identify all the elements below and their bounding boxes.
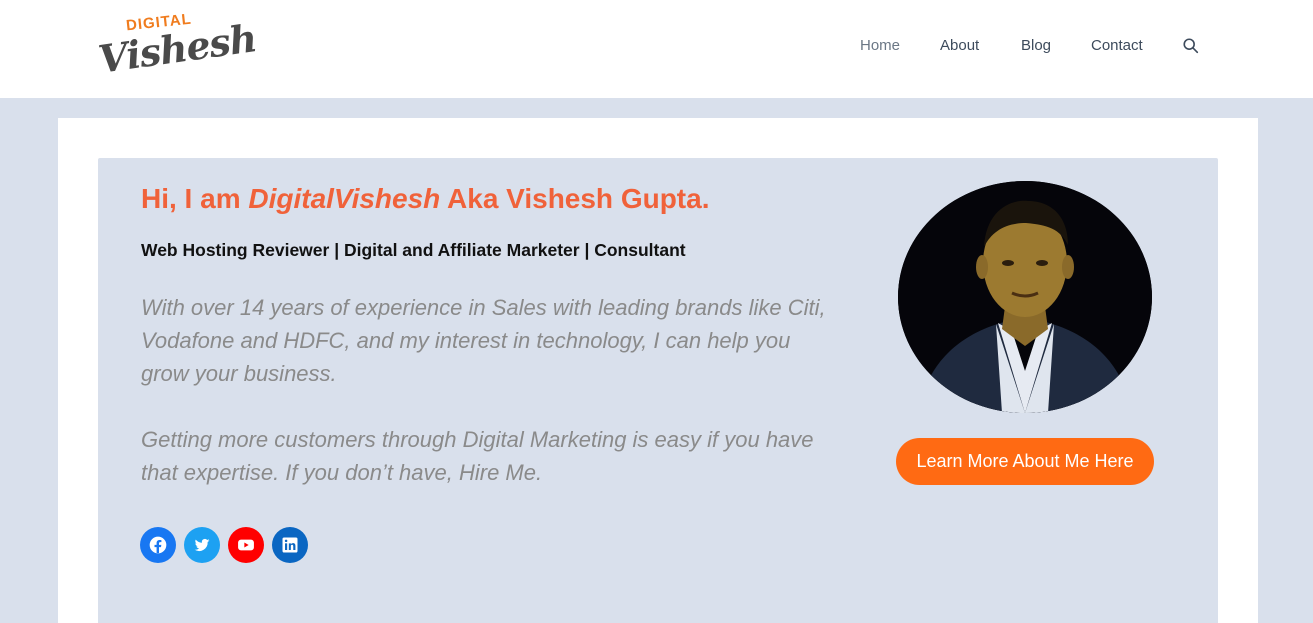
profile-photo: [898, 181, 1152, 413]
twitter-icon: [194, 538, 210, 551]
hero-paragraph-experience: With over 14 years of experience in Sale…: [141, 295, 826, 386]
site-logo[interactable]: DIGITAL Vishesh: [96, 11, 259, 82]
search-icon[interactable]: [1182, 37, 1200, 55]
youtube-link[interactable]: [228, 527, 264, 563]
twitter-link[interactable]: [184, 527, 220, 563]
hero-title-brand: DigitalVishesh: [248, 183, 441, 214]
nav-item-contact[interactable]: Contact: [1091, 37, 1143, 54]
facebook-icon: [149, 536, 167, 554]
nav-item-about[interactable]: About: [940, 37, 979, 54]
nav-item-home[interactable]: Home: [860, 37, 900, 54]
nav-item-blog[interactable]: Blog: [1021, 37, 1051, 54]
hero-title-prefix: Hi, I am: [141, 183, 249, 214]
logo-main-text: Vishesh: [95, 15, 259, 82]
linkedin-icon: [282, 537, 298, 553]
youtube-icon: [238, 539, 254, 551]
hero-title-suffix: Aka Vishesh Gupta.: [440, 183, 710, 214]
social-links: [140, 527, 308, 563]
hero-title: Hi, I am DigitalVishesh Aka Vishesh Gupt…: [141, 183, 709, 215]
site-header: DIGITAL Vishesh Home About Blog Contact: [0, 0, 1313, 98]
hero-paragraph-hire: Getting more customers through Digital M…: [141, 427, 814, 485]
hero-subtitle: Web Hosting Reviewer | Digital and Affil…: [141, 240, 686, 260]
profile-photo-image: [898, 181, 1152, 413]
learn-more-button[interactable]: Learn More About Me Here: [896, 438, 1154, 485]
facebook-link[interactable]: [140, 527, 176, 563]
linkedin-link[interactable]: [272, 527, 308, 563]
